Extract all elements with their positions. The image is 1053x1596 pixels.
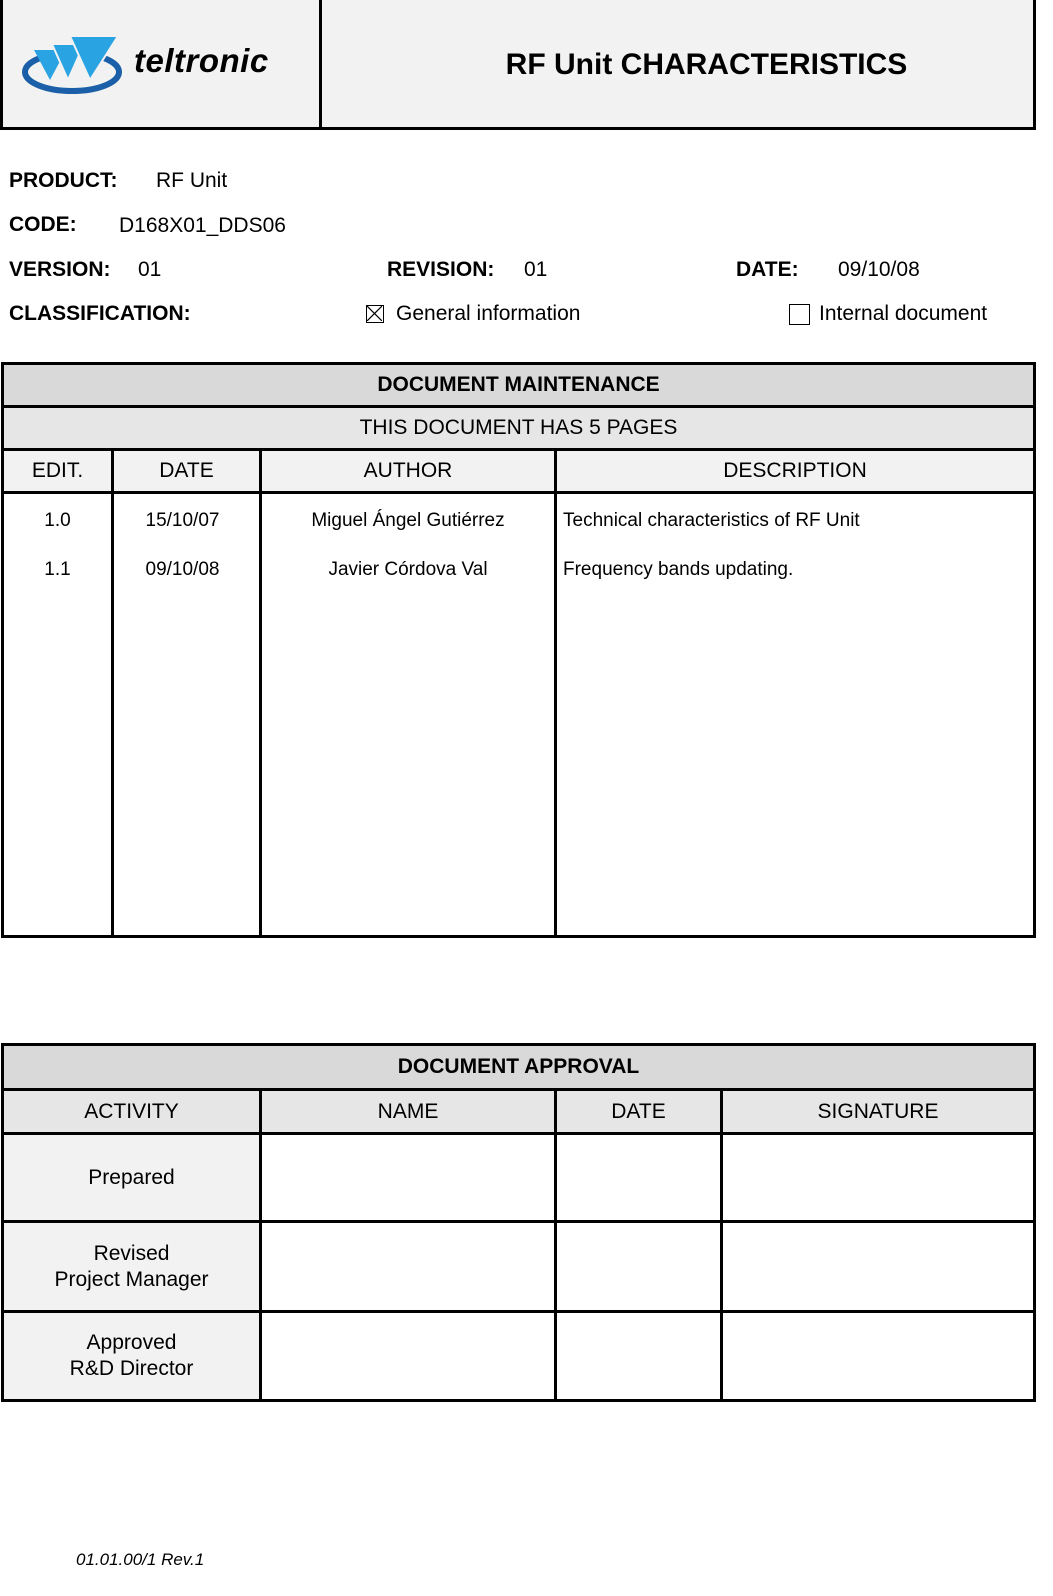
- table-row-description: Frequency bands updating.: [563, 559, 794, 580]
- date-cell: 15/10/07 09/10/08: [111, 491, 262, 938]
- activity-line2: R&D Director: [69, 1357, 194, 1380]
- col-activity: ACTIVITY: [1, 1088, 262, 1135]
- edit-cell: 1.0 1.1: [1, 491, 114, 938]
- teltronic-logo-icon: [22, 35, 122, 94]
- date-label: DATE:: [736, 258, 799, 281]
- signature-field[interactable]: [720, 1220, 1036, 1313]
- maintenance-table: DOCUMENT MAINTENANCE THIS DOCUMENT HAS 5…: [0, 362, 1037, 938]
- approval-row-revised: Revised Project Manager: [1, 1220, 1036, 1313]
- general-information-checkbox[interactable]: [366, 305, 384, 323]
- maintenance-body: 1.0 1.1 15/10/07 09/10/08 Miguel Ángel G…: [1, 491, 1037, 938]
- col-description: DESCRIPTION: [553, 448, 1037, 494]
- activity-line1: Revised: [93, 1241, 170, 1265]
- table-row-edit: 1.0: [44, 510, 71, 531]
- activity-line1: Prepared: [88, 1165, 175, 1189]
- signature-field[interactable]: [720, 1132, 1036, 1223]
- name-field[interactable]: [259, 1310, 557, 1402]
- product-label: PRODUCT:: [9, 169, 118, 192]
- col-name: NAME: [259, 1088, 557, 1135]
- signature-field[interactable]: [720, 1310, 1036, 1402]
- date-value: 09/10/08: [838, 258, 920, 281]
- code-label: CODE:: [9, 213, 77, 236]
- approval-row-approved: Approved R&D Director: [1, 1310, 1036, 1402]
- activity-cell: Revised Project Manager: [1, 1220, 262, 1313]
- checked-x-icon: [367, 306, 382, 321]
- table-row-description: Technical characteristics of RF Unit: [563, 510, 860, 531]
- description-cell: Technical characteristics of RF Unit Fre…: [553, 491, 1037, 938]
- maintenance-header-row: EDIT. DATE AUTHOR DESCRIPTION: [1, 448, 1037, 494]
- revision-value: 01: [524, 258, 548, 281]
- internal-document-label: Internal document: [819, 302, 988, 325]
- col-signature: SIGNATURE: [720, 1088, 1036, 1135]
- name-field[interactable]: [259, 1132, 557, 1223]
- table-row-date: 09/10/08: [145, 559, 220, 580]
- author-cell: Miguel Ángel Gutiérrez Javier Córdova Va…: [259, 491, 557, 938]
- maintenance-title: DOCUMENT MAINTENANCE: [0, 362, 1037, 408]
- page-title: RF Unit CHARACTERISTICS: [505, 48, 908, 81]
- activity-line2: Project Manager: [54, 1267, 209, 1291]
- col-author: AUTHOR: [259, 448, 557, 494]
- table-row-author: Miguel Ángel Gutiérrez: [311, 510, 505, 531]
- table-row-date: 15/10/07: [145, 510, 220, 531]
- name-field[interactable]: [259, 1220, 557, 1313]
- approval-header-row: ACTIVITY NAME DATE SIGNATURE: [1, 1088, 1036, 1135]
- pages-note: THIS DOCUMENT HAS 5 PAGES: [0, 405, 1037, 451]
- logo-text: teltronic: [134, 42, 269, 79]
- approval-table: DOCUMENT APPROVAL ACTIVITY NAME DATE SIG…: [1, 1043, 1036, 1402]
- form-code-footer: 01.01.00/1 Rev.1: [76, 1550, 205, 1569]
- table-row-edit: 1.1: [44, 559, 71, 580]
- activity-cell: Prepared: [1, 1132, 262, 1223]
- activity-cell: Approved R&D Director: [1, 1310, 262, 1402]
- internal-document-checkbox[interactable]: [789, 304, 810, 325]
- product-value: RF Unit: [156, 169, 228, 192]
- date-field[interactable]: [554, 1220, 723, 1313]
- version-label: VERSION:: [9, 258, 111, 281]
- code-value: D168X01_DDS06: [119, 214, 286, 237]
- table-row-author: Javier Córdova Val: [328, 559, 488, 580]
- version-value: 01: [138, 258, 162, 281]
- approval-row-prepared: Prepared: [1, 1132, 1036, 1223]
- date-field[interactable]: [554, 1310, 723, 1402]
- classification-label: CLASSIFICATION:: [9, 302, 191, 325]
- revision-label: REVISION:: [387, 258, 495, 281]
- general-information-label: General information: [396, 302, 581, 325]
- col-date: DATE: [111, 448, 262, 494]
- approval-title: DOCUMENT APPROVAL: [1, 1043, 1036, 1091]
- teltronic-logo: teltronic: [22, 28, 297, 98]
- date-field[interactable]: [554, 1132, 723, 1223]
- col-edit: EDIT.: [1, 448, 114, 494]
- activity-line1: Approved: [86, 1331, 177, 1354]
- col-date: DATE: [554, 1088, 723, 1135]
